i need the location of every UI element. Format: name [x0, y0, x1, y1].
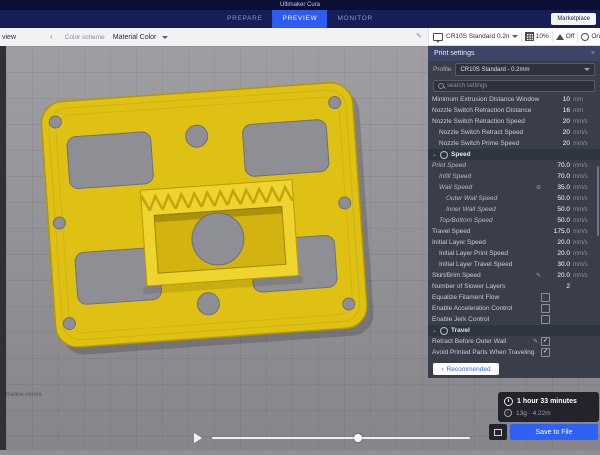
chevron-down-icon	[584, 68, 590, 71]
object-name-label[interactable]: timeline-series	[3, 392, 42, 398]
main-nav-bar: PREPARE PREVIEW MONITOR Marketplace	[0, 10, 600, 28]
adhesion-icon	[581, 33, 589, 41]
setting-row[interactable]: Top/Bottom Speed50.0mm/s	[428, 215, 600, 226]
print-time: 1 hour 33 minutes	[517, 398, 577, 405]
print-settings-panel: Print settings × Profile CR10S Standard …	[428, 46, 600, 378]
search-row: search settings	[428, 78, 600, 93]
printer-config-bar: CR10S Standard 0.2mm 10% Off On	[428, 28, 600, 46]
pencil-icon: ✎	[536, 272, 541, 279]
profile-row: Profile CR10S Standard - 0.2mm	[428, 61, 600, 78]
setting-row[interactable]: Number of Slower Layers2	[428, 281, 600, 292]
setting-row[interactable]: Minimum Extrusion Distance Window10mm	[428, 94, 600, 105]
infill-value[interactable]: 10%	[536, 33, 549, 40]
setting-checkbox[interactable]	[541, 304, 550, 313]
setting-checkbox[interactable]: ✓	[541, 348, 550, 357]
divider	[577, 31, 578, 42]
setting-row[interactable]: Nozzle Switch Retract Speed20mm/s	[428, 127, 600, 138]
setting-row[interactable]: Retract Before Outer Wall✎✓	[428, 336, 600, 347]
support-icon	[556, 34, 564, 40]
setting-row[interactable]: Enable Acceleration Control	[428, 303, 600, 314]
recommended-button[interactable]: ‹ Recommended	[433, 363, 499, 375]
color-scheme-value: Material Color	[113, 34, 157, 41]
output-device-button[interactable]	[489, 424, 507, 440]
section-icon	[440, 327, 448, 335]
color-scheme-dropdown[interactable]: Material Color	[113, 34, 169, 41]
section-icon	[440, 151, 448, 159]
setting-checkbox[interactable]	[541, 315, 550, 324]
close-icon[interactable]: ×	[591, 50, 595, 57]
profile-label: Profile	[433, 66, 451, 73]
view-mode-dropdown[interactable]: view	[2, 34, 16, 41]
setting-checkbox[interactable]: ✓	[541, 337, 550, 346]
search-input[interactable]: search settings	[433, 80, 595, 92]
left-tool-strip	[0, 46, 6, 450]
setting-row[interactable]: Initial Layer Print Speed20.0mm/s	[428, 248, 600, 259]
save-to-file-button[interactable]: Save to File	[510, 424, 598, 440]
tab-prepare[interactable]: PREPARE	[217, 10, 272, 28]
setting-row[interactable]: Enable Jerk Control	[428, 314, 600, 325]
adhesion-value[interactable]: On	[591, 33, 600, 40]
clock-icon	[504, 397, 513, 406]
setting-row[interactable]: Inner Wall Speed50.0mm/s	[428, 204, 600, 215]
setting-row[interactable]: Outer Wall Speed50.0mm/s	[428, 193, 600, 204]
setting-row[interactable]: Avoid Printed Parts When Traveling✓	[428, 347, 600, 358]
setting-row[interactable]: Skirt/Brim Speed✎20.0mm/s	[428, 270, 600, 281]
printer-icon	[433, 33, 443, 41]
recommended-label: Recommended	[447, 366, 491, 373]
layer-slider-track[interactable]	[212, 437, 470, 439]
material-icon	[504, 409, 512, 417]
setting-row[interactable]: Print Speed70.0mm/s	[428, 160, 600, 171]
collapse-chevron-icon[interactable]: ‹	[50, 33, 53, 41]
profile-dropdown[interactable]: CR10S Standard - 0.2mm	[455, 63, 595, 76]
window-title-bar: Ultimaker Cura	[0, 0, 600, 10]
chevron-down-icon	[512, 35, 518, 38]
setting-row[interactable]: Nozzle Switch Prime Speed20mm/s	[428, 138, 600, 149]
profile-value: CR10S Standard - 0.2mm	[460, 67, 529, 73]
divider	[552, 31, 553, 42]
setting-row[interactable]: Initial Layer Speed20.0mm/s	[428, 237, 600, 248]
search-icon	[438, 83, 444, 89]
edit-icon[interactable]: ✎	[416, 32, 422, 40]
device-icon	[494, 429, 502, 436]
settings-section[interactable]: ⌄Travel	[428, 325, 600, 336]
setting-checkbox[interactable]	[541, 293, 550, 302]
setting-row[interactable]: Initial Layer Travel Speed30.0mm/s	[428, 259, 600, 270]
panel-scrollbar[interactable]	[597, 166, 599, 236]
layer-slider-handle[interactable]	[354, 434, 362, 442]
printer-profile-selector[interactable]: CR10S Standard 0.2mm	[446, 33, 509, 40]
settings-section[interactable]: ⌄Speed	[428, 149, 600, 160]
stage-tabs: PREPARE PREVIEW MONITOR	[217, 10, 383, 28]
setting-row[interactable]: Infill Speed70.0mm/s	[428, 171, 600, 182]
material-estimate: 13g · 4.22m	[516, 410, 551, 417]
chevron-down-icon	[162, 36, 168, 39]
marketplace-button[interactable]: Marketplace	[551, 13, 596, 25]
setting-row[interactable]: Travel Speed175.0mm/s	[428, 226, 600, 237]
setting-row[interactable]: Wall Speed⊘35.0mm/s	[428, 182, 600, 193]
infill-icon	[525, 32, 534, 41]
play-button[interactable]	[194, 433, 202, 443]
pencil-icon: ✎	[533, 338, 538, 345]
setting-row[interactable]: Equalize Filament Flow	[428, 292, 600, 303]
search-placeholder: search settings	[447, 83, 487, 89]
print-settings-header: Print settings ×	[428, 46, 600, 61]
print-estimate-card: 1 hour 33 minutes 13g · 4.22m	[498, 392, 599, 422]
divider	[521, 31, 522, 42]
tab-preview[interactable]: PREVIEW	[273, 10, 328, 28]
save-row: Save to File	[489, 424, 598, 440]
setting-row[interactable]: Nozzle Switch Retraction Distance16mm	[428, 105, 600, 116]
slash-icon: ⊘	[536, 184, 541, 191]
support-value[interactable]: Off	[566, 33, 575, 40]
app-title: Ultimaker Cura	[280, 2, 320, 8]
settings-rows: Minimum Extrusion Distance Window10mmNoz…	[428, 93, 600, 360]
print-settings-title: Print settings	[434, 50, 474, 57]
chevron-left-icon: ‹	[441, 366, 443, 373]
tab-monitor[interactable]: MONITOR	[327, 10, 382, 28]
color-scheme-label: Color scheme	[65, 34, 105, 41]
panel-footer: ‹ Recommended	[428, 360, 600, 378]
setting-row[interactable]: Nozzle Switch Retraction Speed20mm/s	[428, 116, 600, 127]
